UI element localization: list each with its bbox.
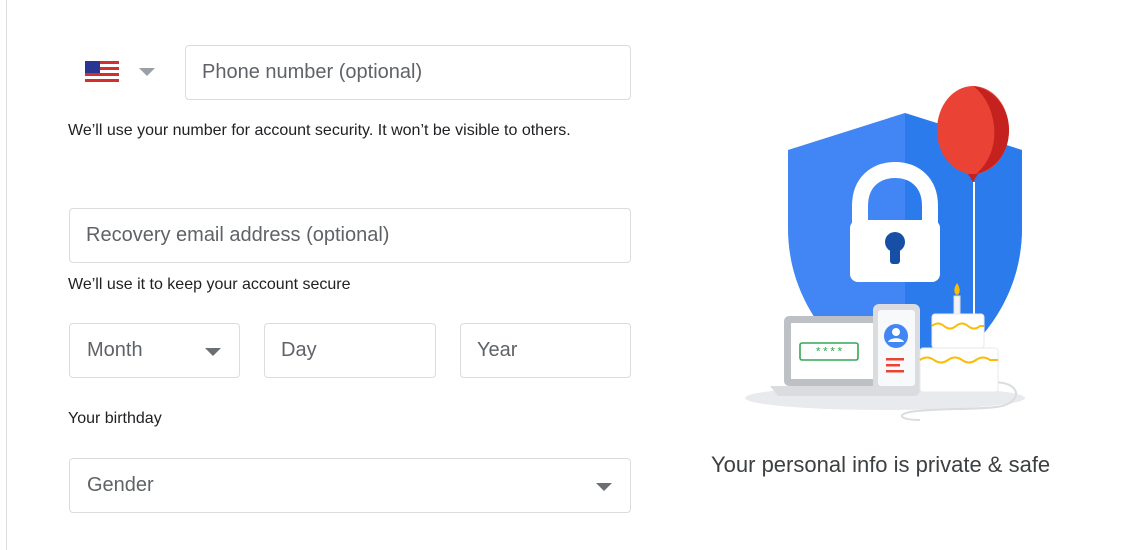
us-flag-icon — [85, 61, 119, 83]
gender-select-label: Gender — [87, 474, 154, 496]
month-select-label: Month — [87, 339, 143, 361]
chevron-down-icon — [139, 68, 155, 76]
recovery-email-field[interactable] — [69, 208, 631, 263]
phone-hint: We’ll use your number for account securi… — [68, 122, 571, 139]
recovery-email-input[interactable] — [70, 209, 630, 262]
phone-device-icon — [873, 304, 920, 396]
privacy-illustration: **** — [745, 86, 1025, 421]
year-input[interactable] — [461, 324, 630, 377]
privacy-tagline: Your personal info is private & safe — [711, 452, 1051, 477]
chevron-down-icon — [205, 348, 221, 356]
phone-number-field[interactable] — [185, 45, 631, 100]
day-input[interactable] — [265, 324, 435, 377]
day-field[interactable] — [264, 323, 436, 378]
chevron-down-icon — [596, 483, 612, 491]
month-select[interactable]: Month — [69, 323, 240, 378]
gender-select[interactable]: Gender — [69, 458, 631, 513]
left-divider — [6, 0, 7, 550]
country-code-selector[interactable] — [85, 61, 155, 83]
year-field[interactable] — [460, 323, 631, 378]
recovery-email-hint: We’ll use it to keep your account secure — [68, 276, 351, 293]
password-mask: **** — [815, 346, 844, 360]
phone-number-input[interactable] — [186, 46, 630, 99]
birthday-hint: Your birthday — [68, 410, 162, 427]
